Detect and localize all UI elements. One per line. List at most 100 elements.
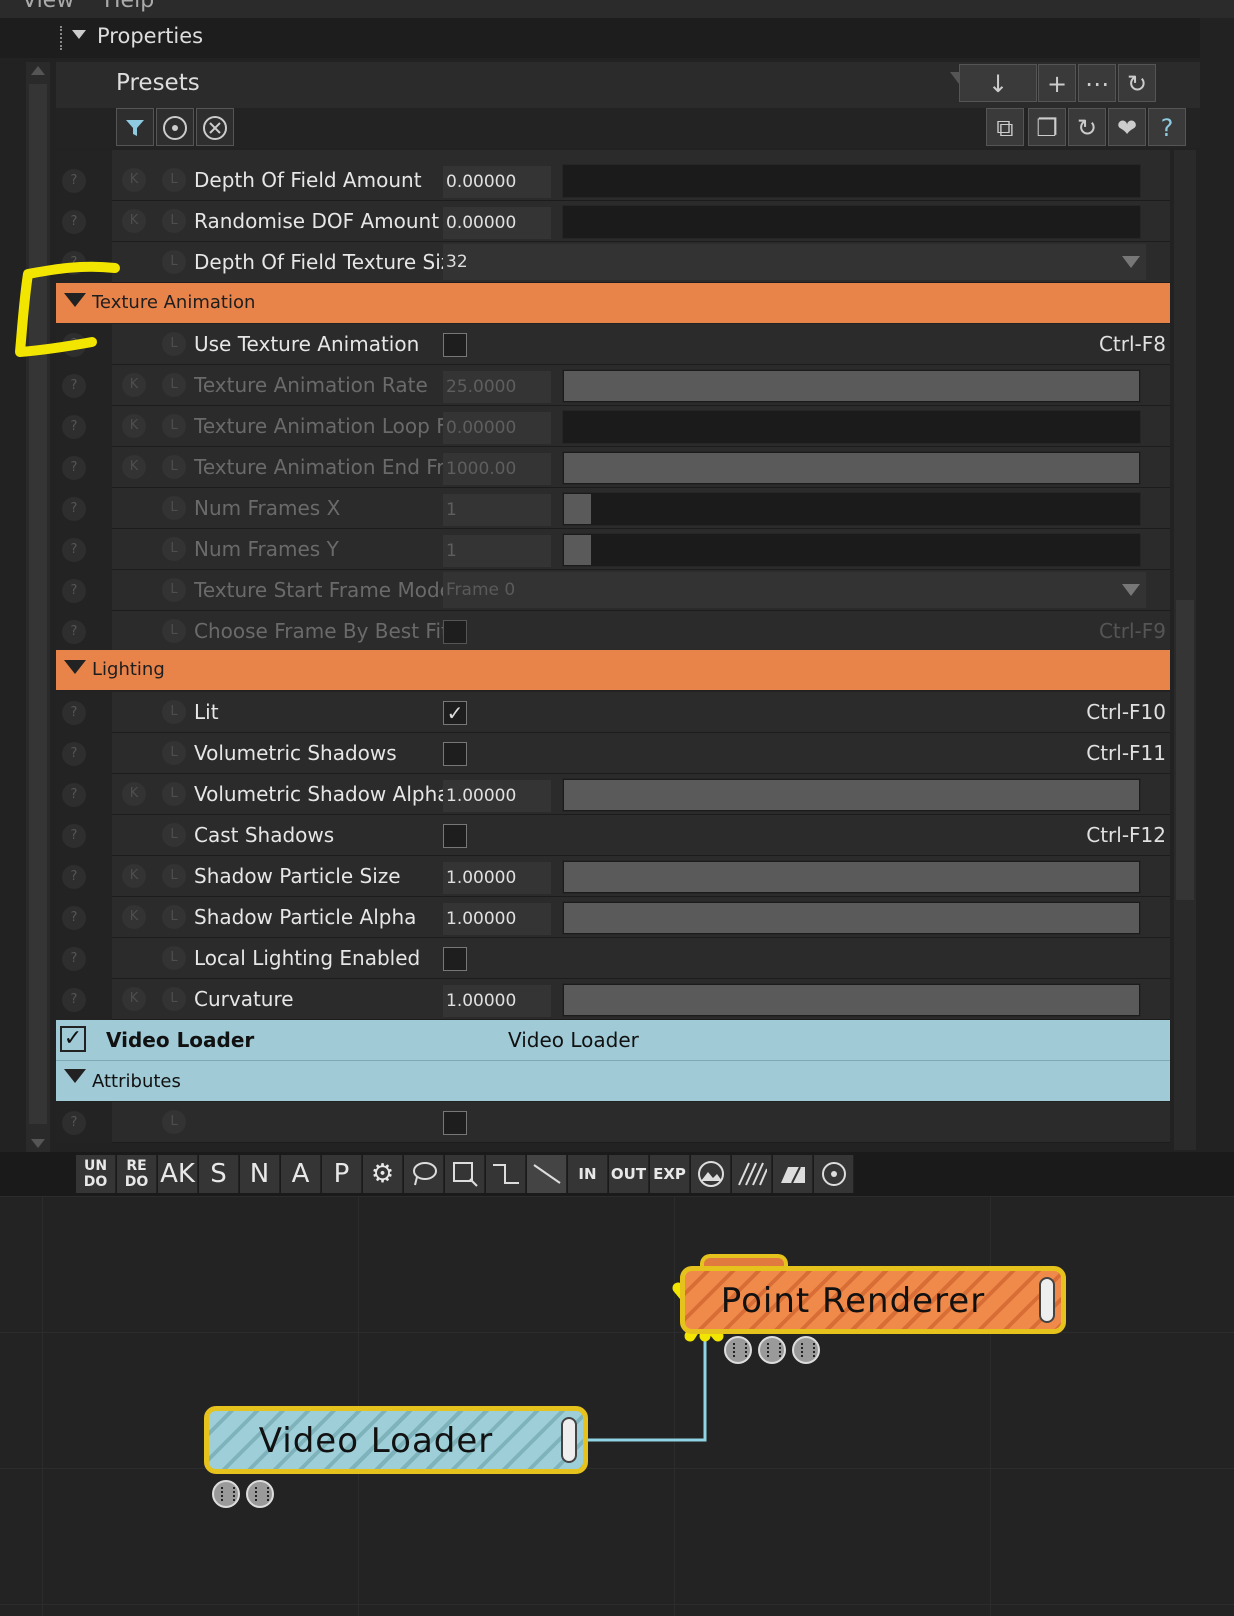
property-checkbox[interactable] xyxy=(443,947,467,971)
lock-icon[interactable]: L xyxy=(162,537,186,561)
property-checkbox[interactable] xyxy=(443,1111,467,1135)
lock-icon[interactable]: L xyxy=(162,209,186,233)
lock-icon[interactable]: L xyxy=(162,905,186,929)
property-slider[interactable] xyxy=(562,369,1141,403)
filter-icon[interactable] xyxy=(116,108,154,146)
collapse-triangle-icon[interactable] xyxy=(72,30,86,39)
reset-preset-button[interactable]: ↻ xyxy=(1068,108,1106,146)
node-point-renderer[interactable]: Point Renderer xyxy=(680,1266,1066,1334)
help-icon[interactable]: ? xyxy=(62,210,86,234)
keyframe-icon[interactable]: K xyxy=(122,209,146,233)
lock-icon[interactable]: L xyxy=(162,987,186,1011)
lock-icon[interactable]: L xyxy=(162,414,186,438)
snap-a-button[interactable]: A xyxy=(281,1155,321,1193)
help-icon[interactable]: ? xyxy=(62,865,86,889)
lock-icon[interactable]: L xyxy=(162,578,186,602)
property-slider[interactable] xyxy=(562,533,1141,567)
keyframe-icon[interactable]: K xyxy=(122,782,146,806)
out-button[interactable]: OUT xyxy=(609,1155,649,1193)
keyframe-icon[interactable]: K xyxy=(122,864,146,888)
help-icon[interactable]: ? xyxy=(62,701,86,725)
property-slider[interactable] xyxy=(562,451,1141,485)
help-icon[interactable]: ? xyxy=(62,906,86,930)
property-value-field[interactable]: 0.00000 xyxy=(443,166,551,198)
keyframe-icon[interactable]: K xyxy=(122,455,146,479)
collapse-triangle-icon[interactable] xyxy=(64,660,86,674)
property-value-field[interactable]: 1000.00 xyxy=(443,453,551,485)
lock-icon[interactable]: L xyxy=(162,946,186,970)
property-slider[interactable] xyxy=(562,778,1141,812)
lock-icon[interactable]: L xyxy=(162,700,186,724)
node-input-port[interactable] xyxy=(246,1480,274,1508)
property-checkbox[interactable] xyxy=(443,333,467,357)
help-icon[interactable]: ? xyxy=(62,456,86,480)
help-icon[interactable]: ? xyxy=(62,742,86,766)
property-checkbox[interactable]: ✓ xyxy=(443,701,467,725)
lock-icon[interactable]: L xyxy=(162,496,186,520)
left-scrollbar[interactable] xyxy=(26,62,50,1152)
gear-icon[interactable]: ⚙ xyxy=(363,1155,403,1193)
flag-icon[interactable] xyxy=(773,1155,813,1193)
property-checkbox[interactable] xyxy=(443,742,467,766)
help-icon[interactable]: ? xyxy=(62,497,86,521)
export-button[interactable]: EXP xyxy=(650,1155,690,1193)
help-icon[interactable]: ? xyxy=(62,579,86,603)
in-button[interactable]: IN xyxy=(568,1155,608,1193)
lock-icon[interactable]: L xyxy=(162,864,186,888)
keyframe-icon[interactable]: K xyxy=(122,168,146,192)
scroll-down-icon[interactable] xyxy=(31,1139,45,1148)
snap-s-button[interactable]: S xyxy=(199,1155,239,1193)
object-header-video-loader[interactable]: ✓ Video Loader Video Loader xyxy=(56,1020,1170,1060)
node-graph-canvas[interactable]: Point Renderer Video Loader xyxy=(0,1196,1234,1616)
help-icon[interactable]: ? xyxy=(62,783,86,807)
property-checkbox[interactable] xyxy=(443,824,467,848)
property-value-field[interactable]: 1.00000 xyxy=(443,985,551,1017)
node-input-port[interactable] xyxy=(758,1336,786,1364)
section-attributes[interactable]: Attributes xyxy=(56,1060,1170,1101)
lasso-icon[interactable] xyxy=(404,1155,444,1193)
clear-icon[interactable] xyxy=(196,108,234,146)
node-output-handle[interactable] xyxy=(1039,1277,1055,1323)
snap-p-button[interactable]: P xyxy=(322,1155,362,1193)
autokey-button[interactable]: AK xyxy=(158,1155,198,1193)
help-icon[interactable]: ? xyxy=(62,620,86,644)
help-icon[interactable]: ? xyxy=(62,1111,86,1135)
menu-help[interactable]: Help xyxy=(104,0,154,13)
scroll-up-icon[interactable] xyxy=(31,66,45,75)
lock-icon[interactable]: L xyxy=(162,168,186,192)
node-input-port[interactable] xyxy=(212,1480,240,1508)
keyframe-icon[interactable]: K xyxy=(122,987,146,1011)
property-value-field[interactable]: 0.00000 xyxy=(443,412,551,444)
lock-icon[interactable]: L xyxy=(162,741,186,765)
help-icon[interactable]: ? xyxy=(62,947,86,971)
collapse-triangle-icon[interactable] xyxy=(64,1069,86,1083)
lock-icon[interactable]: L xyxy=(162,619,186,643)
object-enabled-checkbox[interactable]: ✓ xyxy=(60,1026,86,1052)
node-video-loader[interactable]: Video Loader xyxy=(204,1406,588,1474)
line-icon[interactable] xyxy=(527,1155,567,1193)
node-input-port[interactable] xyxy=(792,1336,820,1364)
help-icon[interactable]: ? xyxy=(62,538,86,562)
lock-icon[interactable]: L xyxy=(162,1110,186,1134)
lock-icon[interactable]: L xyxy=(162,782,186,806)
property-slider[interactable] xyxy=(562,983,1141,1017)
help-icon[interactable]: ? xyxy=(62,415,86,439)
node-output-handle[interactable] xyxy=(561,1417,577,1463)
step-icon[interactable] xyxy=(486,1155,526,1193)
property-value-field[interactable]: 25.0000 xyxy=(443,371,551,403)
property-checkbox[interactable] xyxy=(443,620,467,644)
property-slider[interactable] xyxy=(562,492,1141,526)
keyframe-icon[interactable]: K xyxy=(122,414,146,438)
property-value-field[interactable]: 0.00000 xyxy=(443,207,551,239)
property-slider[interactable] xyxy=(562,164,1141,198)
add-preset-button[interactable]: + xyxy=(1038,64,1076,102)
target-icon[interactable] xyxy=(156,108,194,146)
more-options-button[interactable]: ⋯ xyxy=(1078,64,1116,102)
property-dropdown[interactable]: 32 xyxy=(443,244,1146,280)
property-value-field[interactable]: 1 xyxy=(443,494,551,526)
property-dropdown[interactable]: Frame 0 xyxy=(443,572,1146,608)
panel-grip-handle[interactable] xyxy=(60,26,66,50)
redo-button[interactable]: RE DO xyxy=(117,1155,157,1193)
favorite-button[interactable]: ❤ xyxy=(1108,108,1146,146)
property-slider[interactable] xyxy=(562,410,1141,444)
